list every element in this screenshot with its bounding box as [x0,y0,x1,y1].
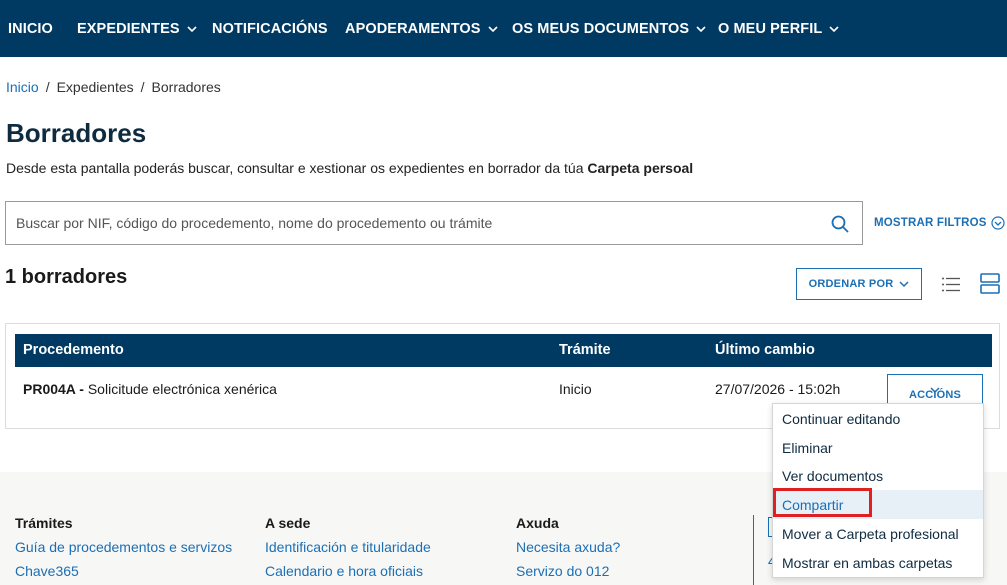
description-bold: Carpeta persoal [587,160,694,176]
nav-item-o-meu-perfil[interactable]: O MEU PERFIL [718,0,839,57]
actions-button[interactable]: ACCIÓNS [887,374,983,405]
results-count: 1 borradores [5,266,128,288]
breadcrumb-separator: / [140,79,145,95]
chevron-down-icon [829,25,839,32]
page-title: Borradores [6,118,147,148]
menu-item-show-in-both[interactable]: Mostrar en ambas carpetas [773,548,983,577]
breadcrumb-expedientes: Expedientes [56,79,134,95]
footer-heading: A sede [265,515,311,531]
column-header-procedure: Procedemento [23,342,124,358]
menu-item-continue-editing[interactable]: Continuar editando [773,404,983,433]
chevron-down-icon [488,25,498,32]
actions-label: ACCIÓNS [908,389,962,401]
search-box [5,201,863,245]
actions-dropdown-menu: Continuar editando Eliminar Ver document… [772,403,984,578]
search-icon[interactable] [830,214,850,234]
footer-column-axuda: Axuda Necesita axuda? Servizo do 012 [516,515,620,585]
step-cell: Inicio [559,381,592,397]
order-by-label: ORDENAR POR [808,278,894,290]
procedure-code: PR004A - [23,381,84,397]
chevron-down-icon [187,25,197,32]
show-filters-button[interactable]: MOSTRAR FILTROS [874,216,1005,230]
nav-label: O MEU PERFIL [718,20,823,37]
chevron-circle-down-icon [991,216,1005,230]
menu-item-move-to-professional[interactable]: Mover a Carpeta profesional [773,519,983,548]
card-view-icon[interactable] [980,273,1000,294]
nav-item-expedientes[interactable]: EXPEDIENTES [77,0,197,57]
procedure-cell: PR004A - Solicitude electrónica xenérica [23,381,277,397]
footer-column-sede: A sede Identificación e titularidade Cal… [265,515,431,585]
breadcrumb-separator: / [45,79,50,95]
footer-heading: Trámites [15,515,73,531]
chevron-down-icon [696,25,706,32]
footer-heading: Axuda [516,515,559,531]
breadcrumb-home-link[interactable]: Inicio [6,79,39,95]
footer-link[interactable]: Servizo do 012 [516,563,620,579]
table-header: Procedemento Trámite Último cambio [15,334,992,367]
procedure-name: Solicitude electrónica xenérica [83,381,277,397]
footer-column-tramites: Trámites Guía de procedementos e servizo… [15,515,232,585]
menu-item-delete[interactable]: Eliminar [773,433,983,462]
nav-item-inicio[interactable]: INICIO [8,0,53,57]
column-header-step: Trámite [559,342,611,358]
menu-item-share[interactable]: Compartir [773,490,983,519]
nav-label: APODERAMENTOS [345,20,481,37]
nav-label: EXPEDIENTES [77,20,180,37]
list-view-icon[interactable] [941,276,961,293]
footer-link[interactable]: Necesita axuda? [516,539,620,555]
last-change-cell: 27/07/2026 - 15:02h [715,381,841,397]
chevron-down-icon [899,281,909,288]
nav-item-notificacions[interactable]: NOTIFICACIÓNS [212,0,328,57]
nav-item-os-meus-documentos[interactable]: OS MEUS DOCUMENTOS [512,0,706,57]
footer-link[interactable]: Identificación e titularidade [265,539,431,555]
menu-item-view-documents[interactable]: Ver documentos [773,461,983,490]
column-header-last-change: Último cambio [715,342,815,358]
footer-link[interactable]: Chave365 [15,563,232,579]
search-input[interactable] [16,215,816,231]
top-navigation: INICIO EXPEDIENTES NOTIFICACIÓNS APODERA… [0,0,1007,57]
footer-link[interactable]: Calendario e hora oficiais [265,563,431,579]
show-filters-label: MOSTRAR FILTROS [874,217,987,229]
footer-divider [753,515,754,585]
order-by-button[interactable]: ORDENAR POR [796,268,922,300]
nav-item-apoderamentos[interactable]: APODERAMENTOS [345,0,498,57]
description-text: Desde esta pantalla poderás buscar, cons… [6,160,588,176]
nav-label: INICIO [8,20,53,37]
footer-link[interactable]: Guía de procedementos e servizos [15,539,232,555]
page-description: Desde esta pantalla poderás buscar, cons… [6,160,693,176]
nav-label: OS MEUS DOCUMENTOS [512,20,690,37]
breadcrumb: Inicio / Expedientes / Borradores [6,79,221,95]
breadcrumb-current: Borradores [151,79,221,95]
nav-label: NOTIFICACIÓNS [212,20,328,37]
